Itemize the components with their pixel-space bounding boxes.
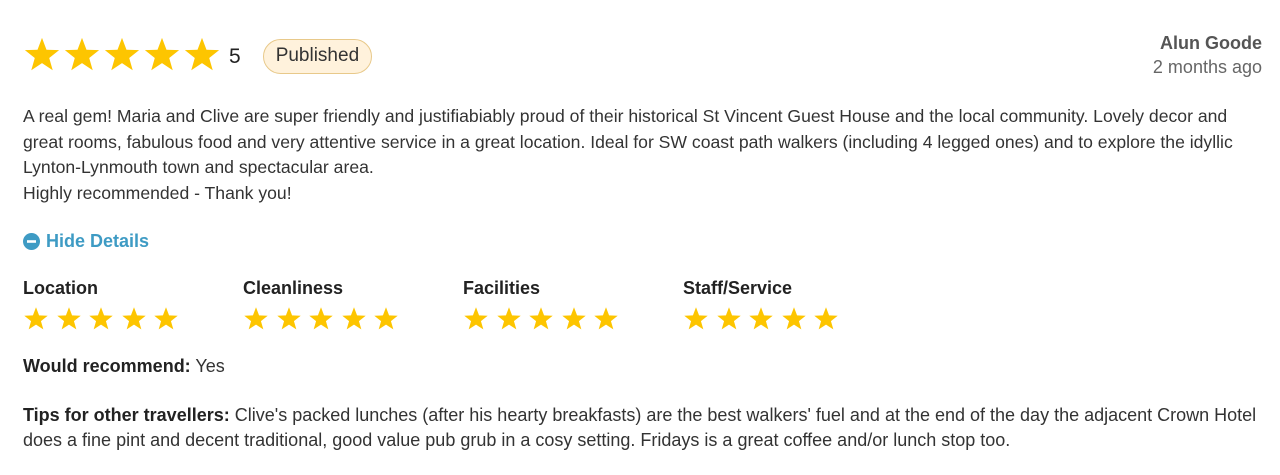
overall-rating-stars [23,36,223,76]
star-icon [103,36,143,76]
star-icon [593,306,626,332]
would-recommend-label: Would recommend: [23,356,191,376]
status-badge: Published [262,38,373,74]
tips-label: Tips for other travellers: [23,405,230,425]
category-label: Facilities [463,278,541,298]
star-icon [496,306,529,332]
star-icon [243,306,276,332]
category-stars [243,306,463,332]
star-icon [276,306,309,332]
star-icon [373,306,406,332]
review-card: 5 Published Alun Goode 2 months ago A re… [0,0,1280,475]
star-icon [23,306,56,332]
star-icon [23,36,63,76]
category-label: Cleanliness [243,278,344,298]
star-icon [463,306,496,332]
review-timestamp: 2 months ago [1152,57,1262,77]
star-icon [528,306,561,332]
star-icon [183,36,223,76]
star-icon [153,306,186,332]
review-paragraph: A real gem! Maria and Clive are super fr… [23,106,1233,177]
star-icon [716,306,749,332]
would-recommend: Would recommend: Yes [23,356,225,377]
category-ratings: Location Cleanliness Facilities Staff/Se… [23,277,903,332]
category-stars [23,306,243,332]
star-icon [748,306,781,332]
star-icon [56,306,89,332]
category-cleanliness: Cleanliness [243,277,463,332]
star-icon [63,36,103,76]
minus-circle-icon [23,233,40,250]
hide-details-label: Hide Details [46,231,150,251]
category-staff-service: Staff/Service [683,277,903,332]
review-body: A real gem! Maria and Clive are super fr… [23,104,1263,206]
star-icon [683,306,716,332]
star-icon [88,306,121,332]
category-label: Staff/Service [683,278,793,298]
rating-value: 5 [229,44,241,68]
author-info: Alun Goode 2 months ago [1153,32,1262,80]
would-recommend-value: Yes [195,356,225,376]
traveller-tips: Tips for other travellers: Clive's packe… [23,403,1268,453]
category-stars [463,306,683,332]
category-location: Location [23,277,243,332]
star-icon [781,306,814,332]
star-icon [143,36,183,76]
category-label: Location [23,278,98,298]
author-name: Alun Goode [1160,33,1262,53]
review-paragraph: Highly recommended - Thank you! [23,182,292,203]
category-facilities: Facilities [463,277,683,332]
star-icon [561,306,594,332]
category-stars [683,306,903,332]
star-icon [341,306,374,332]
star-icon [308,306,341,332]
review-header: 5 Published [23,34,373,78]
hide-details-toggle[interactable]: Hide Details [23,231,149,252]
star-icon [121,306,154,332]
star-icon [813,306,846,332]
